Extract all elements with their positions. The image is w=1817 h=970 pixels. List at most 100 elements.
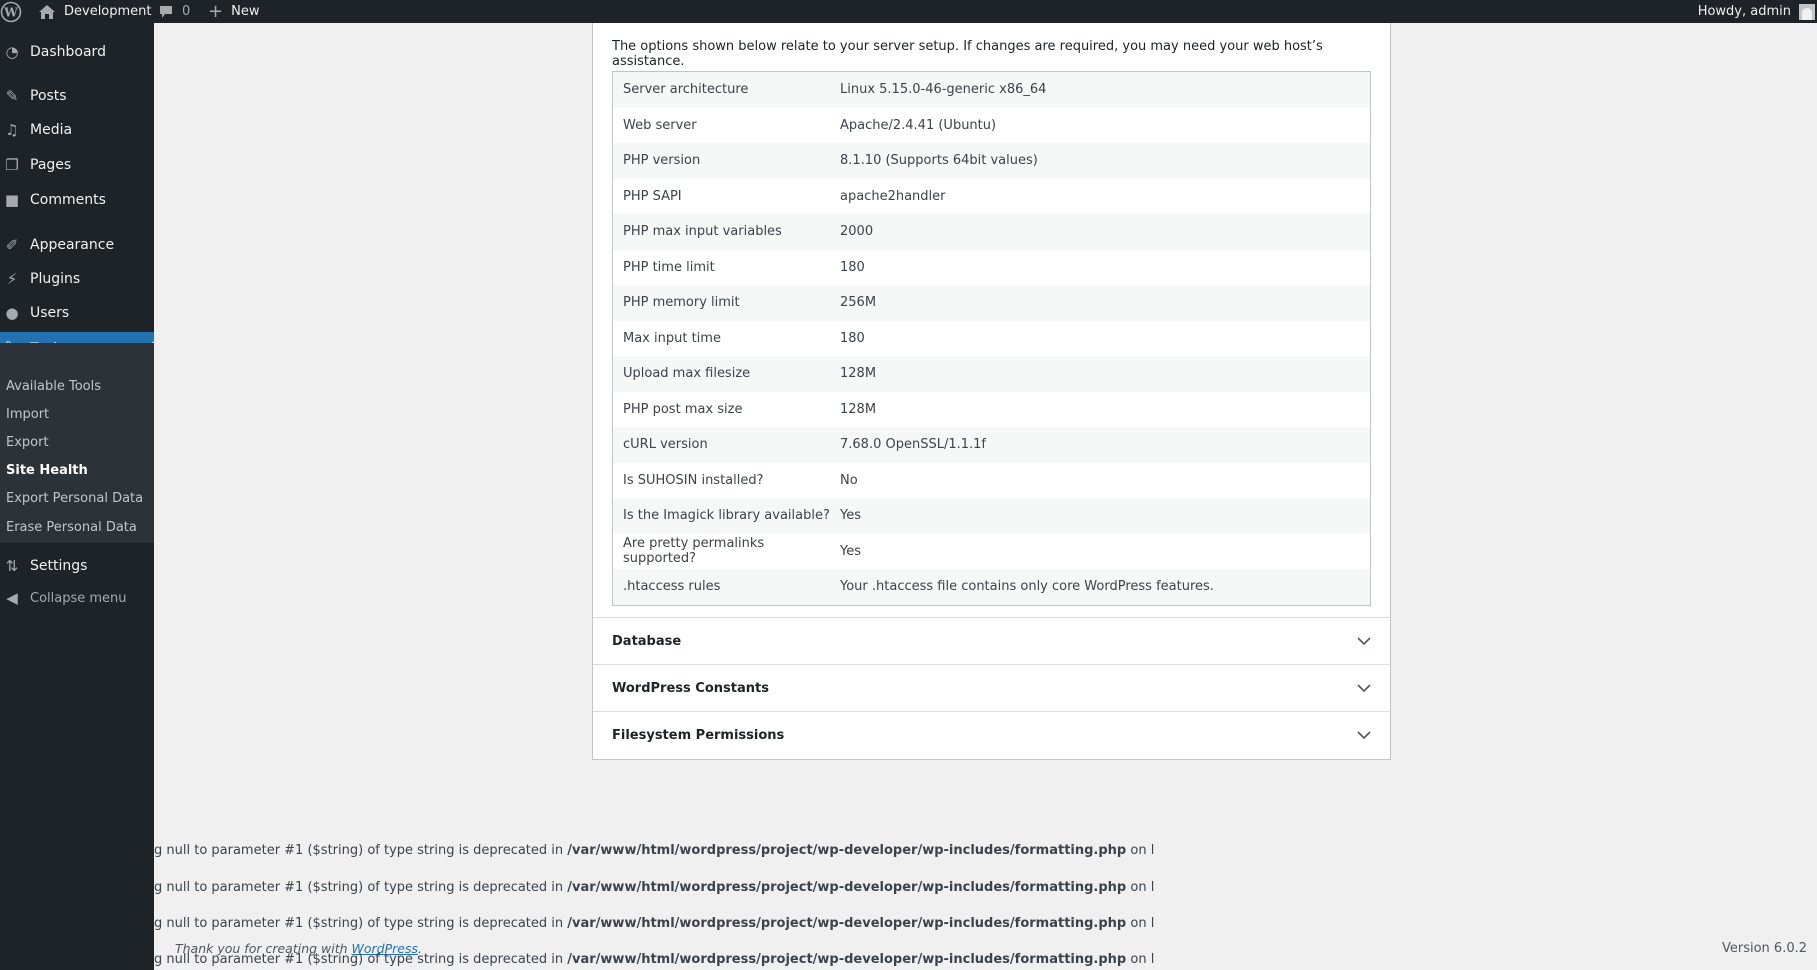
row-value: Apache/2.4.41 (Ubuntu) bbox=[840, 117, 997, 133]
accordion-database[interactable]: Database bbox=[593, 617, 1390, 664]
row-label: Web server bbox=[623, 117, 697, 133]
table-row: PHP version 8.1.10 (Supports 64bit values… bbox=[613, 143, 1370, 179]
sidebar-item-pages[interactable]: ❐ Pages bbox=[0, 148, 154, 182]
table-row: PHP SAPI apache2handler bbox=[613, 178, 1370, 214]
avatar bbox=[1799, 3, 1815, 20]
media-icon: ♫ bbox=[5, 121, 19, 139]
row-value: 7.68.0 OpenSSL/1.1.1f bbox=[840, 437, 986, 453]
server-info-panel: The options shown below relate to your s… bbox=[592, 23, 1391, 760]
submenu-label: Available Tools bbox=[6, 378, 101, 394]
server-intro-text: The options shown below relate to your s… bbox=[612, 39, 1323, 69]
php-deprecation-notice: g null to parameter #1 ($string) of type… bbox=[154, 843, 1154, 858]
row-value: 128M bbox=[840, 401, 877, 417]
sidebar-item-label: Appearance bbox=[30, 237, 115, 253]
wordpress-logo-button[interactable]: W bbox=[0, 0, 22, 23]
submenu-site-health[interactable]: Site Health bbox=[6, 458, 88, 482]
row-value: 256M bbox=[840, 295, 877, 311]
pin-icon: ✎ bbox=[5, 87, 19, 105]
sidebar-item-label: Settings bbox=[30, 558, 88, 574]
row-value: apache2handler bbox=[840, 188, 946, 204]
collapse-menu-button[interactable]: ◀ Collapse menu bbox=[0, 581, 154, 615]
comment-icon: ■ bbox=[4, 191, 20, 209]
table-row: PHP memory limit 256M bbox=[613, 285, 1370, 321]
row-value: 8.1.10 (Supports 64bit values) bbox=[840, 153, 1038, 169]
admin-sidebar: ◔ Dashboard ✎ Posts ♫ Media ❐ Pages ■ Co… bbox=[0, 23, 154, 970]
sidebar-item-comments[interactable]: ■ Comments bbox=[0, 183, 154, 217]
row-value: 180 bbox=[840, 259, 865, 275]
collapse-label: Collapse menu bbox=[30, 590, 127, 606]
admin-bar: W Development 0 + New Howdy, admin bbox=[0, 0, 1817, 23]
submenu-label: Export bbox=[6, 434, 49, 450]
accordion-filesystem-permissions[interactable]: Filesystem Permissions bbox=[593, 711, 1390, 758]
sidebar-item-plugins[interactable]: ⚡ Plugins bbox=[0, 262, 154, 296]
plus-icon: + bbox=[208, 0, 224, 22]
site-name-link[interactable]: Development bbox=[38, 0, 152, 23]
row-label: PHP time limit bbox=[623, 259, 715, 275]
sidebar-item-label: Comments bbox=[30, 192, 106, 208]
row-value: Your .htaccess file contains only core W… bbox=[840, 579, 1214, 595]
site-name: Development bbox=[64, 4, 152, 19]
footer-version: Version 6.0.2 bbox=[1721, 941, 1807, 956]
row-label: Is the Imagick library available? bbox=[623, 508, 830, 524]
row-value: No bbox=[840, 472, 858, 488]
submenu-available-tools[interactable]: Available Tools bbox=[6, 374, 101, 398]
howdy-text: Howdy, admin bbox=[1697, 4, 1791, 19]
chevron-down-icon bbox=[1357, 637, 1371, 646]
submenu-export-personal-data[interactable]: Export Personal Data bbox=[6, 486, 143, 510]
server-info-table: Server architecture Linux 5.15.0-46-gener… bbox=[612, 71, 1371, 606]
paintbrush-icon: ✐ bbox=[5, 236, 19, 254]
row-label: Upload max filesize bbox=[623, 366, 751, 382]
sidebar-item-label: Plugins bbox=[30, 271, 81, 287]
collapse-icon: ◀ bbox=[6, 589, 18, 607]
row-value: 128M bbox=[840, 366, 877, 382]
table-row: Web server Apache/2.4.41 (Ubuntu) bbox=[613, 107, 1370, 143]
row-label: Are pretty permalinks supported? bbox=[623, 536, 765, 567]
error-text: g null to parameter #1 ($string) of type… bbox=[154, 952, 568, 967]
accordion-title: Database bbox=[612, 633, 682, 649]
row-label: Max input time bbox=[623, 330, 721, 346]
row-label: .htaccess rules bbox=[623, 579, 721, 595]
table-row: PHP post max size 128M bbox=[613, 391, 1370, 427]
row-label: PHP max input variables bbox=[623, 224, 782, 240]
wordpress-logo-icon: W bbox=[0, 1, 22, 22]
php-deprecation-notice: g null to parameter #1 ($string) of type… bbox=[154, 880, 1154, 895]
sidebar-item-label: Dashboard bbox=[30, 44, 106, 60]
new-content-button[interactable]: + New bbox=[208, 0, 259, 23]
error-file: /var/www/html/wordpress/project/wp-devel… bbox=[567, 843, 1127, 858]
user-icon: ● bbox=[5, 304, 19, 322]
pages-icon: ❐ bbox=[5, 156, 19, 174]
sidebar-item-dashboard[interactable]: ◔ Dashboard bbox=[0, 35, 154, 69]
error-text: on line bbox=[1130, 880, 1154, 895]
sidebar-item-label: Media bbox=[30, 122, 73, 138]
row-value: 180 bbox=[840, 330, 865, 346]
dashboard-icon: ◔ bbox=[5, 43, 19, 61]
php-deprecation-notice: g null to parameter #1 ($string) of type… bbox=[154, 916, 1154, 931]
submenu-erase-personal-data[interactable]: Erase Personal Data bbox=[6, 515, 137, 539]
error-text: g null to parameter #1 ($string) of type… bbox=[154, 843, 568, 858]
error-file: /var/www/html/wordpress/project/wp-devel… bbox=[567, 916, 1127, 931]
accordion-wordpress-constants[interactable]: WordPress Constants bbox=[593, 664, 1390, 711]
sidebar-item-appearance[interactable]: ✐ Appearance bbox=[0, 228, 154, 262]
submenu-label: Erase Personal Data bbox=[6, 519, 137, 535]
sidebar-item-posts[interactable]: ✎ Posts bbox=[0, 79, 154, 113]
submenu-label: Import bbox=[6, 406, 50, 422]
error-text: on line bbox=[1130, 843, 1154, 858]
settings-icon: ⇅ bbox=[5, 557, 19, 575]
error-text: on line bbox=[1130, 952, 1154, 967]
submenu-label: Site Health bbox=[6, 462, 88, 478]
row-value: 2000 bbox=[840, 224, 874, 240]
table-row: PHP max input variables 2000 bbox=[613, 214, 1370, 250]
chevron-down-icon bbox=[1357, 731, 1371, 740]
submenu-export[interactable]: Export bbox=[6, 430, 49, 454]
sidebar-item-label: Posts bbox=[30, 88, 67, 104]
comments-link[interactable]: 0 bbox=[158, 0, 190, 23]
row-label: cURL version bbox=[623, 437, 708, 453]
error-text: g null to parameter #1 ($string) of type… bbox=[154, 916, 568, 931]
sidebar-item-users[interactable]: ● Users bbox=[0, 296, 154, 330]
sidebar-item-settings[interactable]: ⇅ Settings bbox=[0, 549, 154, 583]
sidebar-item-media[interactable]: ♫ Media bbox=[0, 113, 154, 147]
table-row: Max input time 180 bbox=[613, 320, 1370, 356]
table-row: PHP time limit 180 bbox=[613, 249, 1370, 285]
submenu-import[interactable]: Import bbox=[6, 402, 49, 426]
account-menu[interactable]: Howdy, admin bbox=[1698, 0, 1815, 23]
